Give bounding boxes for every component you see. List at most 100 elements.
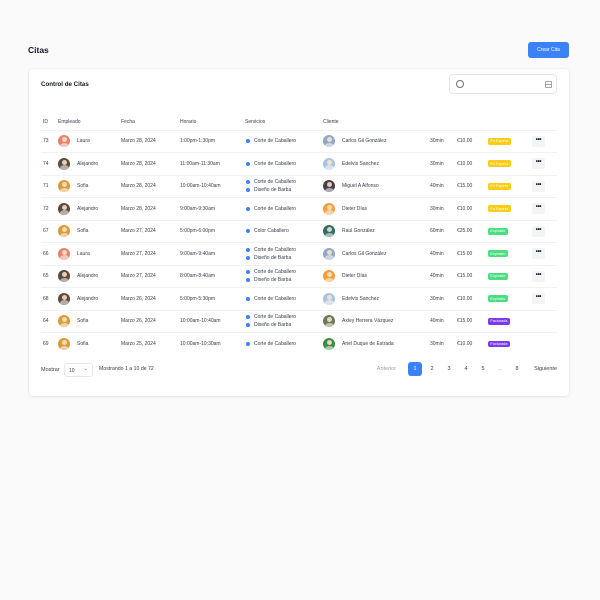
- page-size-select[interactable]: 10 ⌄: [64, 363, 93, 377]
- cell-actions: •••: [532, 265, 557, 288]
- client-name: Carlos Gil González: [342, 250, 387, 257]
- cell-duration: 40min: [430, 265, 457, 288]
- client-name: Edelvis Sanchez: [342, 295, 379, 302]
- status-badge: Expirado: [488, 227, 508, 235]
- cell-services: Corte de Caballero: [245, 152, 323, 176]
- row-actions-button[interactable]: •••: [532, 248, 545, 260]
- table-row[interactable]: 65 Alejandro Marzo 27, 2024 8:00am-8:40a…: [41, 265, 557, 288]
- status-badge: En Espera: [488, 137, 511, 145]
- employee-avatar: [58, 225, 70, 238]
- service-label: Corte de Caballero: [254, 269, 296, 276]
- pagination-prev[interactable]: Anterior: [377, 362, 396, 376]
- cell-client: Ariel Duque de Estrada: [323, 333, 430, 356]
- pagination-page[interactable]: 8: [510, 362, 524, 376]
- row-actions-button[interactable]: •••: [532, 225, 545, 237]
- service-item: Corte de Caballero: [246, 206, 323, 212]
- pagination-page[interactable]: 5: [476, 362, 490, 376]
- cell-services: Corte de Caballero: [245, 197, 323, 221]
- show-label: Mostrar: [41, 367, 60, 373]
- table-row[interactable]: 74 Alejandro Marzo 28, 2024 11:00am-11:3…: [41, 152, 557, 176]
- column-header-date[interactable]: Fecha: [121, 114, 180, 131]
- cell-duration: 30min: [430, 197, 457, 221]
- pagination-page[interactable]: 4: [459, 362, 473, 376]
- row-actions-button[interactable]: •••: [532, 158, 545, 170]
- column-header-price: [457, 114, 488, 131]
- cell-services: Color Caballero: [245, 220, 323, 243]
- column-header-services[interactable]: Servicios: [245, 114, 323, 131]
- column-header-client[interactable]: Cliente: [323, 114, 430, 131]
- cell-actions: •••: [532, 175, 557, 198]
- cell-date: Marzo 25, 2024: [121, 341, 156, 347]
- cell-id: 64: [41, 310, 58, 333]
- cell-status: Expirado: [488, 242, 532, 266]
- column-header-employee[interactable]: Empleado: [58, 114, 121, 131]
- table-row[interactable]: 71 Sofia Marzo 28, 2024 10:00am-10:40am …: [41, 175, 557, 198]
- cell-duration: 30min: [430, 130, 457, 153]
- row-actions-button[interactable]: •••: [532, 180, 545, 192]
- create-appointment-button[interactable]: Crear Cita: [528, 42, 569, 58]
- row-actions-button[interactable]: •••: [532, 203, 545, 215]
- table-row[interactable]: 64 Sofia Marzo 26, 2024 10:00am-10:40am …: [41, 310, 557, 333]
- column-header-actions: [532, 114, 557, 131]
- pagination-page[interactable]: 2: [425, 362, 439, 376]
- employee-name: Laura: [77, 250, 90, 257]
- cell-time: 1:00pm-1:30pm: [180, 130, 245, 153]
- service-dot-icon: [246, 180, 250, 185]
- cell-date: Marzo 28, 2024: [121, 197, 180, 221]
- cell-actions: •••: [532, 152, 557, 176]
- service-dot-icon: [246, 206, 250, 211]
- cell-duration: 40min: [430, 175, 457, 198]
- pagination-page[interactable]: 3: [442, 362, 456, 376]
- cell-actions: •••: [532, 197, 557, 221]
- employee-name: Alejandro: [77, 160, 99, 167]
- more-options-icon: •••: [535, 249, 542, 256]
- cell-time: 10:00am-10:30am: [180, 341, 221, 347]
- employee-name: Alejandro: [77, 205, 99, 212]
- service-dot-icon: [246, 296, 250, 301]
- service-dot-icon: [246, 229, 250, 234]
- cell-status: En Espera: [488, 197, 532, 221]
- cell-employee: Sofia: [58, 310, 121, 333]
- cell-date: Marzo 27, 2024: [121, 265, 180, 288]
- employee-name: Sofia: [77, 228, 89, 235]
- row-actions-button[interactable]: •••: [532, 270, 545, 282]
- column-header-id[interactable]: ID: [41, 114, 58, 131]
- table-row[interactable]: 69 Sofia Marzo 25, 2024 10:00am-10:30am …: [41, 333, 557, 356]
- client-avatar: [323, 270, 335, 283]
- column-header-time[interactable]: Horario: [180, 114, 245, 131]
- table-row[interactable]: 72 Alejandro Marzo 28, 2024 9:00am-9:30a…: [41, 197, 557, 221]
- cell-status: En Espera: [488, 175, 532, 198]
- status-badge: Facturada: [488, 317, 510, 325]
- service-item: Corte de Caballero: [246, 138, 323, 144]
- status-badge: Expirado: [488, 272, 508, 280]
- client-name: Edelvis Sanchez: [342, 160, 379, 167]
- cell-client: Dieter Días: [323, 265, 430, 288]
- card-title: Control de Citas: [41, 81, 89, 88]
- cell-date: Marzo 27, 2024: [121, 242, 180, 266]
- row-actions-button[interactable]: •••: [532, 293, 545, 305]
- table-row[interactable]: 68 Alejandro Marzo 26, 2024 5:00pm-5:30p…: [41, 287, 557, 311]
- table-row[interactable]: 66 Laura Marzo 27, 2024 9:00am-9:40am Co…: [41, 242, 557, 266]
- date-filter-input[interactable]: [449, 74, 557, 94]
- cell-date: Marzo 28, 2024: [121, 130, 180, 153]
- pagination-next[interactable]: Siguiente: [534, 362, 557, 376]
- cell-duration: 40min: [430, 310, 457, 333]
- table-row[interactable]: 73 Laura Marzo 28, 2024 1:00pm-1:30pm Co…: [41, 130, 557, 153]
- client-avatar: [323, 202, 335, 215]
- pagination-page[interactable]: 1: [408, 362, 423, 376]
- cell-date: Marzo 27, 2024: [121, 220, 180, 243]
- row-actions-button[interactable]: •••: [532, 135, 545, 147]
- client-avatar: [323, 247, 335, 260]
- cell-id: 69: [43, 341, 49, 347]
- service-label: Corte de Caballero: [254, 179, 296, 186]
- table-row[interactable]: 67 Sofia Marzo 27, 2024 5:00pm-6:00pm Co…: [41, 220, 557, 243]
- cell-duration: 60min: [430, 220, 457, 243]
- cell-actions: [532, 310, 557, 333]
- cell-client: Edelvis Sanchez: [323, 152, 430, 176]
- loading-circle-icon: [456, 80, 464, 88]
- employee-avatar: [58, 202, 70, 215]
- client-avatar: [323, 292, 335, 305]
- cell-duration: 40min: [430, 242, 457, 266]
- cell-time: 5:00pm-6:00pm: [180, 220, 245, 243]
- calendar-icon[interactable]: [545, 81, 552, 88]
